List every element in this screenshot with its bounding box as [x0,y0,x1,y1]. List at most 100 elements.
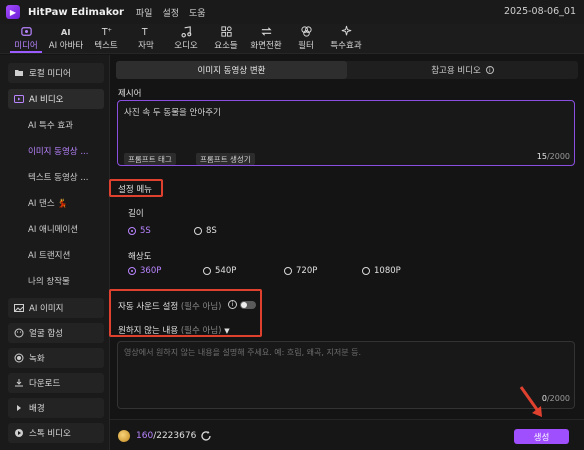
tab-ai-avatar[interactable]: AI AI 아바타 [46,23,86,53]
tab-label: 이미지 동영상 변환 [197,66,266,76]
radio-dot [203,267,211,275]
dropdown-arrow-icon[interactable]: ▼ [224,327,229,335]
tab-transition[interactable]: 화면전환 [246,23,286,53]
sidebar-sub-ai-effects[interactable]: AI 특수 효과 [28,119,73,131]
folder-icon [14,68,24,78]
text-icon: T + [100,27,112,38]
resolution-option-720p[interactable]: 720P [284,266,317,276]
project-date: 2025-08-06_01 [503,6,576,17]
sidebar-item-local-media[interactable]: 로컬 미디어 [8,63,104,83]
sidebar-item-ai-video[interactable]: AI 비디오 [8,89,104,109]
prompt-count: 15 [536,152,547,161]
coin-icon [118,430,130,442]
caret-right-icon [14,403,24,413]
prompt-label: 제시어 [118,89,142,99]
radio-dot [284,267,292,275]
svg-text:AI: AI [60,27,70,37]
resolution-option-1080p[interactable]: 1080P [362,266,401,276]
main-panel: 이미지 동영상 변환 참고용 비디오 i 제시어 사진 속 두 동물을 안아주기 … [109,55,584,450]
settings-menu-label: 설정 메뉴 [118,185,152,195]
auto-sound-text: 자동 사운드 설정 [118,302,179,312]
length-label: 길이 [128,209,144,219]
sidebar-item-face-merge[interactable]: 얼굴 합성 [8,323,104,343]
sidebar-item-download[interactable]: 다운로드 [8,373,104,393]
ai-avatar-icon: AI [60,27,70,37]
info-icon[interactable]: i [485,66,494,74]
resolution-option-label: 360P [140,266,162,276]
tab-filter[interactable]: 필터 [286,23,326,53]
resolution-option-label: 540P [215,266,237,276]
optional-tag: (필수 아님) [180,326,222,336]
filter-icon [300,26,312,37]
negative-prompt-input[interactable]: 영상에서 원하지 않는 내용을 설명해 주세요. 예: 흐림, 왜곡, 지저분 … [117,341,575,409]
sidebar-item-ai-image[interactable]: AI 이미지 [8,298,104,318]
sidebar-item-label: 녹화 [29,354,45,364]
tab-elements[interactable]: 요소들 [206,23,246,53]
elements-icon [220,26,232,37]
svg-text:T: T [140,27,147,38]
sidebar-sub-ai-transition[interactable]: AI 트랜지션 [28,249,70,261]
resolution-option-540p[interactable]: 540P [203,266,236,276]
menu-settings[interactable]: 설정 [162,6,179,19]
audio-icon [180,26,191,38]
resolution-option-label: 1080P [374,266,401,276]
resolution-option-label: 720P [296,266,318,276]
credits-total: /2223676 [153,431,197,441]
tab-filter-label: 필터 [298,41,314,51]
tab-image-to-video[interactable]: 이미지 동영상 변환 [116,61,347,79]
tab-audio[interactable]: 오디오 [166,23,206,53]
tab-label: 참고용 비디오 [431,66,481,76]
tab-ai-avatar-label: AI 아바타 [48,41,84,51]
download-icon [14,378,24,388]
sidebar-item-label: AI 비디오 [29,95,64,105]
tab-elements-label: 요소들 [214,41,238,51]
tab-media-label: 미디어 [14,41,38,51]
refresh-icon[interactable] [200,430,212,442]
tab-media[interactable]: 미디어 [6,23,46,53]
sidebar-item-record[interactable]: 녹화 [8,348,104,368]
negative-label: 원하지 않는 내용 (필수 아님) ▼ [118,324,230,336]
sidebar-item-label: 얼굴 합성 [29,329,63,339]
media-icon [20,27,32,36]
prompt-char-counter: 15/2000 [537,152,570,161]
length-option-8s[interactable]: 8S [194,226,217,236]
resolution-option-360p[interactable]: 360P [128,266,161,276]
sidebar-sub-ai-animation[interactable]: AI 애니메이션 [28,223,78,235]
auto-sound-label: 자동 사운드 설정 (필수 아님) [118,300,221,312]
prompt-value: 사진 속 두 동물을 안아주기 [124,108,221,118]
svg-text:+: + [107,28,112,34]
menu-file[interactable]: 파일 [136,6,153,19]
length-option-5s[interactable]: 5S [128,226,151,236]
negative-placeholder: 영상에서 원하지 않는 내용을 설명해 주세요. 예: 흐림, 왜곡, 지저분 … [124,348,362,357]
generate-button[interactable]: 생성 [514,429,569,444]
radio-dot [128,267,136,275]
tab-reference-video[interactable]: 참고용 비디오 i [347,61,578,79]
tab-subtitle[interactable]: T 자막 [126,23,166,53]
sidebar-sub-my-creations[interactable]: 나의 창작물 [28,275,70,287]
prompt-tag-button[interactable]: 프롬프트 태그 [124,153,176,165]
bottom-bar: 160/2223676 생성 [110,419,584,450]
face-icon [14,328,24,338]
subtitle-icon: T [140,27,147,38]
tab-effects-label: 특수효과 [330,41,362,51]
transition-icon [260,27,272,36]
sidebar-item-stock-video[interactable]: 스톡 비디오 [8,423,104,443]
sidebar-sub-ai-dance[interactable]: AI 댄스 💃 [28,197,68,209]
mode-tabs: 이미지 동영상 변환 참고용 비디오 i [116,61,578,79]
tab-text[interactable]: T + 텍스트 [86,23,126,53]
prompt-input[interactable]: 사진 속 두 동물을 안아주기 프롬프트 태그 프롬프트 생성기 15/2000 [117,100,575,166]
auto-sound-toggle[interactable] [240,301,256,309]
sidebar-sub-text-to-video[interactable]: 텍스트 동영상 ... [28,171,88,183]
info-icon[interactable]: i [228,300,237,309]
prompt-generator-button[interactable]: 프롬프트 생성기 [196,153,255,165]
tab-text-label: 텍스트 [94,41,118,51]
ai-video-icon [14,94,24,104]
sidebar-sub-image-to-video[interactable]: 이미지 동영상 ... [28,145,88,157]
sidebar-item-label: 배경 [29,404,45,414]
menu-help[interactable]: 도움 [189,6,206,19]
negative-text: 원하지 않는 내용 [118,326,179,336]
tab-effects[interactable]: 특수효과 [326,23,366,53]
sidebar-item-background[interactable]: 배경 [8,398,104,418]
image-icon [14,303,24,313]
credits-display: 160/2223676 [136,431,196,441]
